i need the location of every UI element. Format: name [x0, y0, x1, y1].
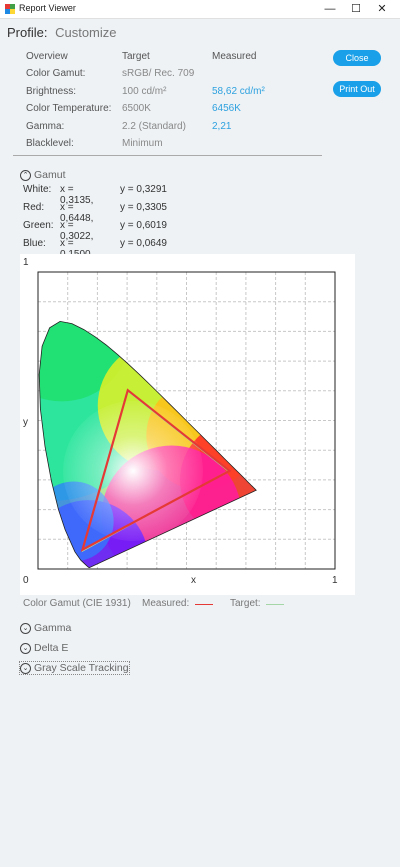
- window-title: Report Viewer: [19, 3, 76, 13]
- profile-label: Profile:: [7, 25, 48, 40]
- target-blacklevel: Minimum: [122, 138, 163, 149]
- coord-name: Blue:: [23, 238, 46, 249]
- legend-measured-label: Measured:: [142, 598, 190, 609]
- gamma-section-toggle[interactable]: ⌄ Gamma: [20, 622, 71, 634]
- target-brightness: 100 cd/m²: [122, 86, 167, 97]
- coord-name: Green:: [23, 220, 54, 231]
- coord-name: Red:: [23, 202, 45, 213]
- close-button[interactable]: Close: [333, 50, 381, 66]
- chevron-down-icon: ⌄: [20, 642, 31, 654]
- app-icon: [5, 4, 15, 14]
- target-color-temperature: 6500K: [122, 103, 151, 114]
- cie-plot: [37, 271, 336, 570]
- close-icon[interactable]: ✕: [368, 0, 396, 18]
- legend-measured-swatch: [195, 604, 213, 605]
- white-point-glow: [63, 400, 204, 541]
- chevron-down-icon: ⌄: [20, 622, 31, 634]
- chevron-down-icon: ⌄: [20, 662, 31, 674]
- chart-caption: Color Gamut (CIE 1931): [23, 598, 131, 609]
- profile-line: Profile: Customize: [7, 25, 117, 40]
- label-color-gamut: Color Gamut:: [26, 68, 86, 79]
- coord-y: y = 0,3305: [120, 202, 167, 213]
- coord-row-red: Red: x = 0,6448, y = 0,3305: [23, 202, 167, 224]
- measured-color-temperature: 6456K: [212, 103, 241, 114]
- label-brightness: Brightness:: [26, 86, 77, 97]
- target-color-gamut: sRGB/ Rec. 709: [122, 68, 195, 79]
- coord-y: y = 0,3291: [120, 184, 167, 195]
- header-target: Target: [122, 51, 150, 62]
- profile-value: Customize: [55, 25, 117, 40]
- header-measured: Measured: [212, 51, 257, 62]
- gamma-section-title: Gamma: [34, 622, 72, 634]
- measured-gamma: 2,21: [212, 121, 232, 132]
- coord-row-white: White: x = 0,3135, y = 0,3291: [23, 184, 167, 206]
- header-overview: Overview: [26, 51, 68, 62]
- label-blacklevel: Blacklevel:: [26, 138, 74, 149]
- delta-e-section-toggle[interactable]: ⌄ Delta E: [20, 642, 68, 654]
- measured-brightness: 58,62 cd/m²: [212, 86, 265, 97]
- maximize-icon[interactable]: ☐: [342, 0, 370, 18]
- target-gamma: 2.2 (Standard): [122, 121, 186, 132]
- delta-e-section-title: Delta E: [34, 642, 69, 654]
- gamut-section-title: Gamut: [34, 169, 66, 181]
- gray-scale-tracking-section-toggle[interactable]: ⌄ Gray Scale Tracking: [19, 661, 130, 675]
- coord-y: y = 0,0649: [120, 238, 167, 249]
- coord-y: y = 0,6019: [120, 220, 167, 231]
- coord-name: White:: [23, 184, 52, 195]
- title-bar: Report Viewer — ☐ ✕: [0, 0, 400, 19]
- label-gamma: Gamma:: [26, 121, 65, 132]
- chevron-up-icon: ⌃: [20, 169, 31, 181]
- minimize-icon[interactable]: —: [316, 0, 344, 18]
- gray-scale-tracking-section-title: Gray Scale Tracking: [34, 662, 129, 674]
- print-out-button[interactable]: Print Out: [333, 81, 381, 97]
- coord-row-green: Green: x = 0,3022, y = 0,6019: [23, 220, 167, 242]
- gamut-section-toggle[interactable]: ⌃ Gamut: [20, 169, 66, 181]
- divider: [13, 155, 322, 156]
- legend-target-swatch: [266, 604, 284, 605]
- legend-target-label: Target:: [230, 598, 261, 609]
- cie-chart: 1 y 0 x 1: [20, 254, 355, 595]
- coord-row-blue: Blue: x = 0,1500, y = 0,0649: [23, 238, 167, 260]
- label-color-temperature: Color Temperature:: [26, 103, 112, 114]
